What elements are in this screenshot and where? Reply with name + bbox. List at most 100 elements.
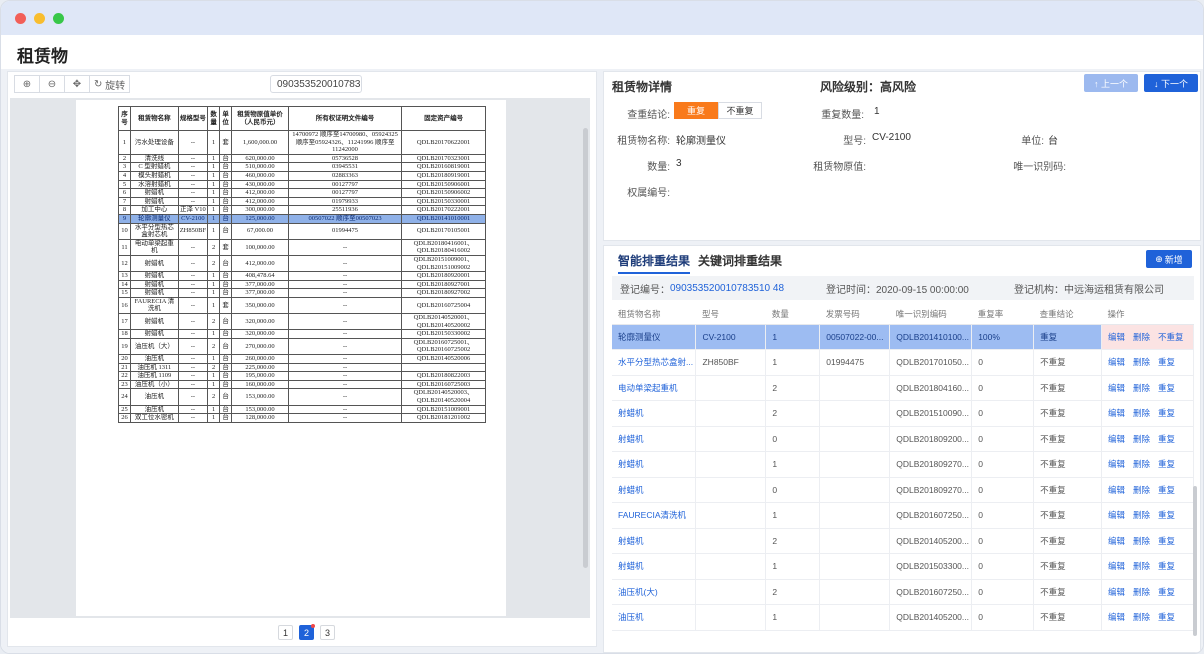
toggle-result-link[interactable]: 重复 [1158,383,1175,393]
toggle-result-link[interactable]: 重复 [1158,587,1175,597]
edit-link[interactable]: 编辑 [1108,434,1125,444]
table-row[interactable]: FAURECIA清洗机 1 QDLB201607250... 0 不重复 编辑 删除 重复 [612,502,1195,529]
delete-link[interactable]: 删除 [1133,434,1150,444]
edit-link[interactable]: 编辑 [1108,485,1125,495]
delete-link[interactable]: 删除 [1133,561,1150,571]
minimize-window-button[interactable] [34,12,45,24]
zoom-out-button[interactable]: ⊖ [39,75,65,93]
zoom-in-button[interactable]: ⊕ [14,75,40,93]
maximize-window-button[interactable] [53,12,64,24]
item-name-link[interactable]: 射蜡机 [612,528,697,554]
dup-count-value: 1 [874,106,880,117]
toggle-result-link[interactable]: 重复 [1158,510,1175,520]
item-name-link[interactable]: 射蜡机 [612,426,697,452]
registration-info: 登记编号： 090353520010783510 48 登记时间：2020-09… [612,276,1194,300]
delete-link[interactable]: 删除 [1133,485,1150,495]
toggle-result-link[interactable]: 重复 [1158,561,1175,571]
toggle-result-link[interactable]: 重复 [1158,408,1175,418]
doc-cell: 台 [219,279,233,290]
doc-cell: 1 [207,279,221,290]
table-row[interactable]: 射蜡机 1 QDLB201503300... 0 不重复 编辑 删除 重复 [612,553,1195,580]
table-cell [819,426,891,452]
doc-cell: QDLB20150906001 [401,179,486,190]
item-name-link[interactable]: 射蜡机 [612,477,697,503]
item-name-link[interactable]: 射蜡机 [612,400,697,427]
toggle-result-link[interactable]: 重复 [1158,459,1175,469]
item-name-link[interactable]: 射蜡机 [612,451,697,478]
item-name-value: 轮廓测量仪 [676,136,726,147]
table-row[interactable]: 油压机(大) 2 QDLB201607250... 0 不重复 编辑 删除 重复 [612,579,1195,605]
rotate-button[interactable]: ↻ 旋转 [89,75,131,93]
next-button[interactable]: ↓ 下一个 [1144,74,1198,92]
delete-link[interactable]: 删除 [1133,587,1150,597]
duplicate-option[interactable]: 重复 [674,102,718,119]
table-cell: 不重复 [1033,579,1102,605]
results-scrollbar[interactable] [1193,486,1197,636]
item-name-link[interactable]: FAURECIA清洗机 [612,502,697,529]
edit-link[interactable]: 编辑 [1108,332,1125,342]
edit-link[interactable]: 编辑 [1108,587,1125,597]
doc-cell: 台 [219,413,233,423]
item-name-link[interactable]: 油压机 [612,604,697,631]
item-name-link[interactable]: 油压机(大) [612,579,697,605]
table-row[interactable]: 射蜡机 0 QDLB201809200... 0 不重复 编辑 删除 重复 [612,426,1195,452]
toggle-result-link[interactable]: 重复 [1158,536,1175,546]
add-button[interactable]: ⊕ 新增 [1146,250,1192,268]
row-actions: 编辑 删除 重复 [1101,553,1195,580]
doc-column-header: 租赁物名称 [130,106,179,131]
item-name-link[interactable]: 射蜡机 [612,553,697,580]
item-name-link[interactable]: 轮廓测量仪 [612,324,697,350]
toggle-result-link[interactable]: 重复 [1158,612,1175,622]
toggle-result-link[interactable]: 重复 [1158,357,1175,367]
table-row[interactable]: 射蜡机 2 QDLB201405200... 0 不重复 编辑 删除 重复 [612,528,1195,554]
delete-link[interactable]: 删除 [1133,612,1150,622]
doc-cell: QDLB20180927001 [401,279,486,290]
move-button[interactable]: ✥ [64,75,90,93]
table-row[interactable]: 水平分型热芯盒射... ZH850BF 1 01994475 QDLB201701050… [612,349,1195,376]
edit-link[interactable]: 编辑 [1108,459,1125,469]
delete-link[interactable]: 删除 [1133,357,1150,367]
document-canvas[interactable]: 序号 租赁物名称 规格型号 数量 单位 租赁物原值单价（人民币元） 所有权证明文件编号 固定资… [10,98,590,618]
tab-smart-dedup[interactable]: 智能排重结果 [618,252,691,274]
close-window-button[interactable] [15,12,26,24]
previous-button[interactable]: ↑ 上一个 [1084,74,1138,92]
toggle-result-link[interactable]: 重复 [1158,485,1175,495]
delete-link[interactable]: 删除 [1133,332,1150,342]
edit-link[interactable]: 编辑 [1108,612,1125,622]
edit-link[interactable]: 编辑 [1108,383,1125,393]
page-button[interactable]: 1 [278,625,293,640]
table-row[interactable]: 轮廓测量仪 CV-2100 1 00507022-00... QDLB201410100… [612,324,1195,350]
table-cell: 1 [765,349,821,376]
delete-link[interactable]: 删除 [1133,459,1150,469]
delete-link[interactable]: 删除 [1133,536,1150,546]
tab-keyword-dedup[interactable]: 关键词排重结果 [698,252,782,274]
delete-link[interactable]: 删除 [1133,408,1150,418]
edit-link[interactable]: 编辑 [1108,408,1125,418]
page-button[interactable]: 3 [320,625,335,640]
table-cell: 不重复 [1033,528,1102,554]
table-row[interactable]: 油压机 1 QDLB201405200... 0 不重复 编辑 删除 重复 [612,604,1195,631]
table-row[interactable]: 射蜡机 0 QDLB201809270... 0 不重复 编辑 删除 重复 [612,477,1195,503]
main-content: ⊕ ⊖ ✥ ↻ 旋转 090353520010783 ﹀ 序号 租赁物名称 规格型号… [1,69,1203,653]
item-name-link[interactable]: 电动单梁起重机 [612,375,697,401]
doc-cell: -- [177,130,209,155]
page-button[interactable]: 2 [299,624,315,640]
not-duplicate-option[interactable]: 不重复 [718,102,762,119]
document-scrollbar[interactable] [583,128,588,568]
toggle-result-link[interactable]: 重复 [1158,434,1175,444]
delete-link[interactable]: 删除 [1133,510,1150,520]
edit-link[interactable]: 编辑 [1108,510,1125,520]
doc-row: 12 射蜡机 -- 2 台 412,000.00 -- QDLB20151009001、QDL… [117,254,486,273]
edit-link[interactable]: 编辑 [1108,536,1125,546]
doc-cell: 1,600,000.00 [231,130,289,155]
table-row[interactable]: 射蜡机 1 QDLB201809270... 0 不重复 编辑 删除 重复 [612,451,1195,478]
doc-cell: 台 [219,379,233,390]
table-row[interactable]: 射蜡机 2 QDLB201510090... 0 不重复 编辑 删除 重复 [612,400,1195,427]
document-select[interactable]: 090353520010783 ﹀ [270,75,362,93]
edit-link[interactable]: 编辑 [1108,357,1125,367]
table-row[interactable]: 电动单梁起重机 2 QDLB201804160... 0 不重复 编辑 删除 重复 [612,375,1195,401]
edit-link[interactable]: 编辑 [1108,561,1125,571]
toggle-result-link[interactable]: 不重复 [1158,332,1184,342]
item-name-link[interactable]: 水平分型热芯盒射... [612,349,697,376]
delete-link[interactable]: 删除 [1133,383,1150,393]
